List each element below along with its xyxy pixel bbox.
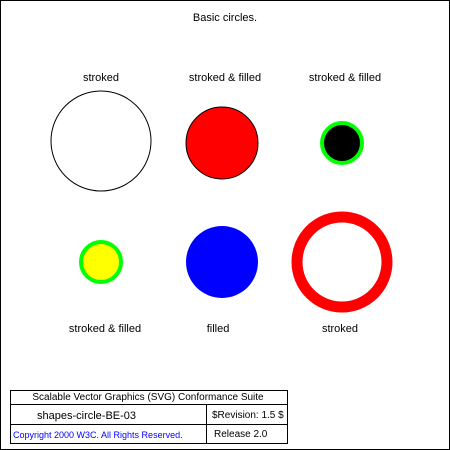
label-bottom-middle: filled [207, 323, 230, 335]
legend-copyright: Copyright 2000 W3C. All Rights Reserved. [13, 430, 183, 440]
legend-suite-title: Scalable Vector Graphics (SVG) Conforman… [32, 392, 264, 403]
white-circle [50, 90, 152, 192]
conformance-legend: Scalable Vector Graphics (SVG) Conforman… [10, 390, 288, 444]
test-canvas: Basic circles. stroked stroked & filled … [0, 0, 450, 450]
label-bottom-left: stroked & filled [69, 323, 141, 335]
blue-circle [186, 226, 258, 298]
label-top-left: stroked [83, 72, 119, 84]
label-top-middle: stroked & filled [189, 72, 261, 84]
legend-release: Release 2.0 [214, 429, 268, 440]
red-circle [185, 106, 259, 180]
yellow-circle [79, 240, 123, 284]
black-circle [320, 121, 364, 165]
legend-revision: $Revision: 1.5 $ [212, 410, 284, 421]
legend-test-id: shapes-circle-BE-03 [37, 410, 136, 422]
label-bottom-right: stroked [322, 323, 358, 335]
page-title: Basic circles. [193, 12, 257, 24]
canvas-border [0, 0, 450, 450]
label-top-right: stroked & filled [309, 72, 381, 84]
